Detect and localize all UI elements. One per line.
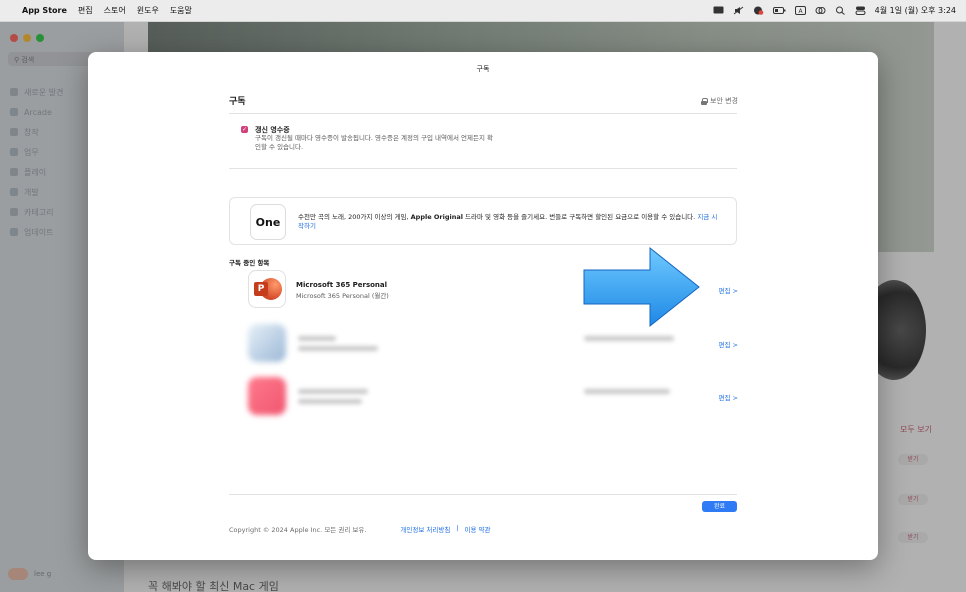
divider [229,494,737,495]
change-security-link[interactable]: 보안 변경 [701,96,738,106]
subscriptions-label: 구독 중인 항목 [229,259,270,267]
svg-text:A: A [798,8,803,15]
subscription-name: Microsoft 365 Personal [296,281,388,289]
done-button[interactable]: 완료 [702,501,737,512]
sheet-title: 구독 [476,65,490,73]
edit-subscription-link[interactable]: 편집 > [719,392,738,402]
divider [229,113,737,114]
privacy-policy-link[interactable]: 개인정보 처리방침 [400,524,450,534]
apple-one-promo: One 수천만 곡의 노래, 200가지 이상의 게임, Apple Origi… [229,197,737,245]
menu-bar: App Store 편집 스토어 윈도우 도움말 A 4월 1일 (월) 오후 … [0,0,966,22]
subscription-row: 편집 > [248,324,738,364]
battery-icon[interactable] [772,6,786,15]
footer-separator: | [456,524,459,532]
blurred-app-icon [248,324,286,362]
status-area: A 4월 1일 (월) 오후 3:24 [713,5,956,16]
footer: Copyright © 2024 Apple Inc. 모든 권리 보유. 개인… [229,524,491,534]
menu-help[interactable]: 도움말 [170,5,192,16]
apple-one-logo: One [250,204,286,240]
menu-edit[interactable]: 편집 [78,5,93,16]
section-title: 구독 [229,97,246,107]
record-icon[interactable] [753,6,764,15]
blurred-app-icon [248,377,286,415]
powerpoint-app-icon: P [248,270,286,308]
subscriptions-sheet: 구독 구독 보안 변경 ✓ 갱신 영수증 구독이 갱신될 때마다 영수증이 발송… [88,52,878,560]
subscription-plan: Microsoft 365 Personal (월간) [296,292,389,300]
receipt-description: 구독이 갱신될 때마다 영수증이 발송됩니다. 영수증은 계정의 구입 내역에서… [255,134,494,151]
subscription-row: 편집 > [248,377,738,417]
edit-subscription-link[interactable]: 편집 > [719,339,738,349]
copyright-text: Copyright © 2024 Apple Inc. 모든 권리 보유. [229,526,367,534]
menu-app-name[interactable]: App Store [22,6,67,15]
input-source-icon[interactable]: A [794,6,806,15]
menu-window[interactable]: 윈도우 [137,5,159,16]
terms-link[interactable]: 이용 약관 [465,524,491,534]
annotation-arrow-icon [583,246,700,328]
mute-icon[interactable] [733,6,744,15]
toggle-icon[interactable] [855,6,866,15]
edit-subscription-link[interactable]: 편집 > [719,285,738,295]
control-center-icon[interactable] [815,6,826,15]
search-icon[interactable] [835,6,846,15]
promo-text: 수천만 곡의 노래, 200가지 이상의 게임, Apple Original … [298,213,718,230]
lock-icon [701,97,708,105]
menu-store[interactable]: 스토어 [104,5,126,16]
clock[interactable]: 4월 1일 (월) 오후 3:24 [875,5,956,16]
renewal-receipt-checkbox[interactable]: ✓ [241,126,248,133]
divider [229,168,737,169]
display-icon[interactable] [713,6,724,15]
